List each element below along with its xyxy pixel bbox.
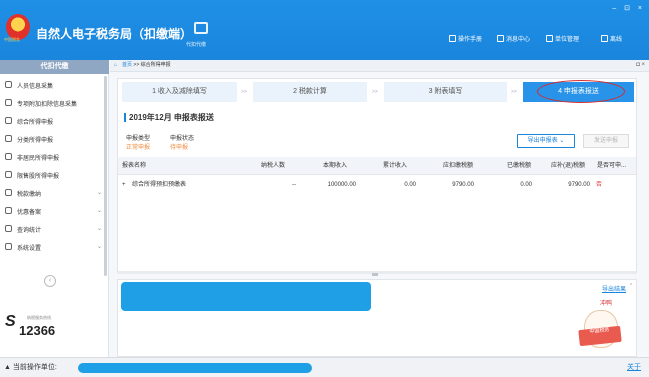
manual-button[interactable]: 操作手册: [449, 34, 482, 43]
sidebar-title: 代扣代缴: [0, 60, 109, 74]
folder-icon: [5, 189, 12, 196]
sidebar-item-tax-payment[interactable]: 税款缴纳 ⌄: [0, 184, 105, 202]
chevron-down-icon: ⌄: [97, 190, 103, 196]
about-link[interactable]: 关于: [627, 358, 641, 377]
mail-icon: [497, 35, 504, 42]
sidebar-item-preferential-filing[interactable]: 优惠备案 ⌄: [0, 202, 105, 220]
sidebar-item-categorized-income[interactable]: 分类所得申报: [0, 130, 105, 148]
person-icon: [5, 81, 12, 88]
hotline-block: S 纳税服务热线 12366: [5, 307, 105, 347]
step-wizard: 1 收入及减除填写 >> 2 税款计算 >> 3 附表填写 >> 4 申报表报送: [122, 80, 634, 103]
sidebar-item-non-resident[interactable]: 非居民所得申报: [0, 148, 105, 166]
list-icon: [5, 99, 12, 106]
report-type-value: 正常申报: [126, 145, 151, 151]
chevron-down-icon: ⌄: [97, 208, 103, 214]
window-controls[interactable]: – ⊡ ×: [612, 4, 645, 12]
bar-chart-icon: [5, 171, 12, 178]
user-icon: [5, 153, 12, 160]
mascot-illustration: 冲鸭 中国税务: [576, 298, 624, 352]
mascot-text: 冲鸭: [600, 301, 613, 307]
redacted-unit-name: [78, 363, 312, 373]
book-icon: [449, 35, 456, 42]
row-tax-payable: 9790.00: [452, 182, 474, 188]
result-panel: 导出结果 ^ 冲鸭 中国税务: [117, 279, 637, 357]
search-icon: [5, 225, 12, 232]
breadcrumb: ⌂ 首页 >> 综合所得申报 ◘ ×: [110, 60, 649, 72]
col-tax-payable[interactable]: 应扣缴税额: [443, 157, 473, 175]
tab-controls[interactable]: ◘ ×: [636, 60, 645, 71]
hotline-number: 12366: [19, 323, 56, 338]
redacted-result-area: [121, 282, 371, 311]
row-cumulative-income: 0.00: [404, 182, 416, 188]
breadcrumb-separator: >>: [133, 62, 140, 68]
col-cumulative-income[interactable]: 累计收入: [383, 157, 407, 175]
step-income-deduction[interactable]: 1 收入及减除填写: [122, 82, 237, 102]
col-tax-paid[interactable]: 已缴税额: [507, 157, 531, 175]
table-header: 报表名称 纳税人数 本期收入 累计收入 应扣缴税额 已缴税额 应补(退)税额 是…: [118, 157, 636, 175]
step-arrow: >>: [241, 89, 247, 95]
col-taxpayers[interactable]: 纳税人数: [261, 157, 285, 175]
collapse-sidebar-button[interactable]: ‹: [44, 275, 56, 287]
step-tax-calculation[interactable]: 2 税款计算: [253, 82, 367, 102]
sidebar-item-system-settings[interactable]: 系统设置 ⌄: [0, 238, 105, 256]
mascot-sign: 中国税务: [578, 325, 622, 347]
send-report-button[interactable]: 发送申报: [583, 134, 629, 148]
col-tax-due[interactable]: 应补(退)税额: [551, 157, 585, 175]
report-type-label: 申报类型: [126, 136, 151, 142]
col-report-name[interactable]: 报表名称: [122, 157, 146, 175]
offline-status-button[interactable]: 离线: [601, 34, 622, 43]
unit-management-button[interactable]: 单位管理: [546, 34, 579, 43]
app-window: 中国税务 自然人电子税务局（扣缴端） 代扣代缴 操作手册 消息中心 单位管理 离…: [0, 0, 649, 377]
row-expand-icon[interactable]: +: [122, 176, 126, 194]
device-icon[interactable]: [194, 22, 208, 34]
export-result-link[interactable]: 导出结果: [602, 284, 626, 293]
row-tax-paid: 0.00: [520, 182, 532, 188]
app-title: 自然人电子税务局（扣缴端）: [36, 27, 193, 41]
sidebar-item-comprehensive-income[interactable]: 综合所得申报: [0, 112, 105, 130]
chevron-down-icon: ⌄: [97, 226, 103, 232]
report-status-label: 申报状态: [170, 136, 195, 142]
export-report-button[interactable]: 导出申报表 ⌄: [517, 134, 575, 148]
breadcrumb-current: 综合所得申报: [140, 62, 171, 68]
building-icon: [546, 35, 553, 42]
sidebar-item-restricted-shares[interactable]: 限售股所得申报: [0, 166, 105, 184]
panel-splitter[interactable]: [372, 273, 378, 276]
sidebar: 代扣代缴 人员信息采集 专项附加扣除信息采集 综合所得申报 分类所得申报 非居民…: [0, 60, 109, 357]
main-panel: 1 收入及减除填写 >> 2 税款计算 >> 3 附表填写 >> 4 申报表报送…: [117, 78, 637, 274]
sidebar-item-query-statistics[interactable]: 查询统计 ⌄: [0, 220, 105, 238]
offline-icon: [601, 35, 608, 42]
clock-icon: [5, 135, 12, 142]
message-center-button[interactable]: 消息中心: [497, 34, 530, 43]
current-unit-label: ▲ 当前操作单位:: [4, 364, 57, 371]
device-label[interactable]: 代扣代缴: [186, 41, 206, 48]
step-schedule-fill[interactable]: 3 附表填写: [384, 82, 507, 102]
row-current-income: 100000.00: [327, 182, 356, 188]
col-current-income[interactable]: 本期收入: [323, 157, 347, 175]
table-row[interactable]: + 综合所得预扣预缴表 -- 100000.00 0.00 9790.00 0.…: [118, 176, 636, 194]
layers-icon: [5, 117, 12, 124]
vertical-scrollbar[interactable]: ^: [630, 283, 634, 353]
step-arrow: >>: [372, 89, 378, 95]
hotline-label: 纳税服务热线: [27, 315, 51, 320]
app-header: 中国税务 自然人电子税务局（扣缴端） 代扣代缴 操作手册 消息中心 单位管理 离…: [0, 0, 649, 60]
chevron-down-icon: ⌄: [97, 244, 103, 250]
row-taxpayers: --: [292, 182, 296, 188]
document-icon: [5, 207, 12, 214]
step-arrow: >>: [511, 89, 517, 95]
report-title: 2019年12月 申报表报送: [124, 113, 214, 122]
report-status-value: 待申报: [170, 145, 189, 151]
highlight-circle: [537, 80, 625, 103]
col-can-file[interactable]: 是否可申...: [597, 157, 626, 175]
hotline-logo-icon: S: [5, 313, 16, 330]
row-report-name: 综合所得预扣预缴表: [132, 182, 187, 188]
breadcrumb-home[interactable]: 首页: [122, 62, 132, 68]
sidebar-item-personnel[interactable]: 人员信息采集: [0, 76, 105, 94]
status-bar: ▲ 当前操作单位: 关于: [0, 357, 649, 377]
emblem-text: 中国税务: [4, 37, 20, 42]
home-icon[interactable]: ⌂: [114, 60, 117, 71]
row-tax-due: 9790.00: [568, 182, 590, 188]
gear-icon: [5, 243, 12, 250]
sidebar-item-special-deduction[interactable]: 专项附加扣除信息采集: [0, 94, 105, 112]
row-can-file: 否: [596, 182, 603, 188]
